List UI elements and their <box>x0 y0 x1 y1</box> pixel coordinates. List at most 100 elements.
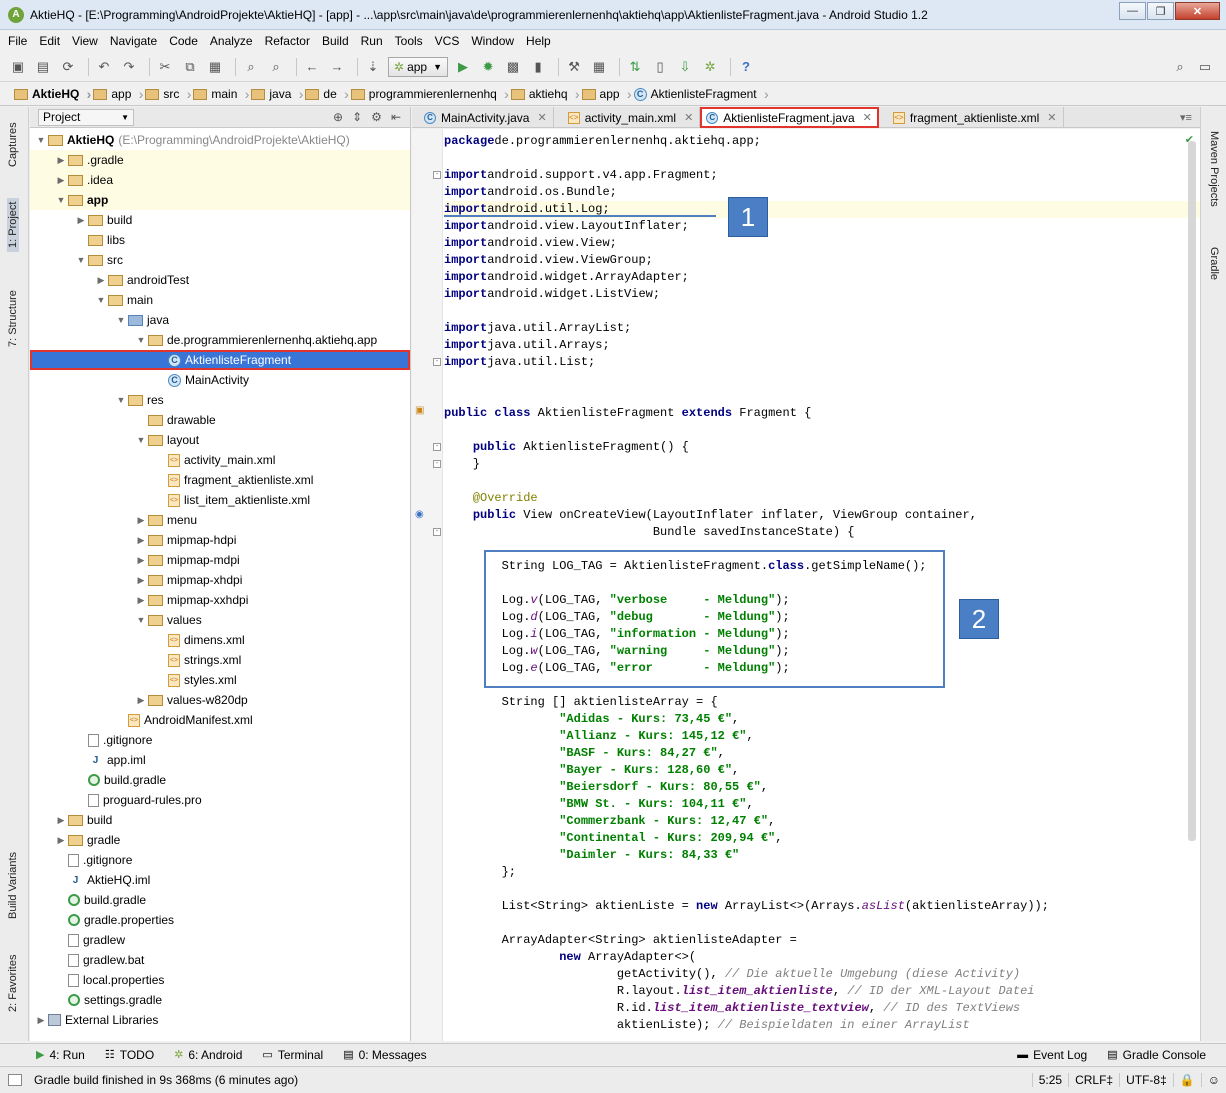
inspector-icon[interactable]: ☺ <box>1200 1073 1226 1087</box>
search-icon[interactable]: ⌕ <box>1170 57 1190 77</box>
close-icon[interactable]: ✕ <box>1047 111 1056 124</box>
breadcrumb-item[interactable]: src <box>145 86 191 102</box>
breadcrumb-item[interactable]: java <box>251 86 303 102</box>
chevron-down-icon[interactable]: ▼ <box>54 195 68 205</box>
tree-item[interactable]: settings.gradle <box>30 990 410 1010</box>
menu-edit[interactable]: Edit <box>39 34 60 48</box>
chevron-down-icon[interactable]: ▼ <box>134 435 148 445</box>
menu-refactor[interactable]: Refactor <box>265 34 310 48</box>
chevron-down-icon[interactable]: ▼ <box>134 335 148 345</box>
chevron-right-icon[interactable]: ▶ <box>54 155 68 166</box>
cut-icon[interactable]: ✂ <box>155 57 175 77</box>
chevron-right-icon[interactable]: ▶ <box>134 555 148 566</box>
sync-icon[interactable]: ⟳ <box>58 57 78 77</box>
tree-item[interactable]: .gitignore <box>30 730 410 750</box>
tree-item[interactable]: ▶ androidTest <box>30 270 410 290</box>
menu-code[interactable]: Code <box>169 34 198 48</box>
tree-item[interactable]: gradlew.bat <box>30 950 410 970</box>
chevron-down-icon[interactable]: ▼ <box>134 615 148 625</box>
close-icon[interactable]: ✕ <box>863 111 872 124</box>
tab-build-variants[interactable]: Build Variants <box>7 852 19 919</box>
tree-item[interactable]: ▶ External Libraries <box>30 1010 410 1030</box>
chevron-right-icon[interactable]: ▶ <box>134 535 148 546</box>
menu-view[interactable]: View <box>72 34 98 48</box>
chevron-down-icon[interactable]: ▼ <box>114 395 128 405</box>
tree-item[interactable]: ▼ values <box>30 610 410 630</box>
tree-item[interactable]: ▼ layout <box>30 430 410 450</box>
settings-icon[interactable]: ⚒ <box>564 57 584 77</box>
tab-project[interactable]: 1: Project <box>7 197 19 252</box>
tab-favorites[interactable]: 2: Favorites <box>7 955 19 1012</box>
editor-tab[interactable]: C MainActivity.java ✕ <box>418 107 554 128</box>
tree-item[interactable]: ▶ build <box>30 210 410 230</box>
replace-icon[interactable]: ⌕ <box>266 57 286 77</box>
tree-item[interactable]: <> activity_main.xml <box>30 450 410 470</box>
menu-build[interactable]: Build <box>322 34 349 48</box>
avd-manager-icon[interactable]: ▯ <box>650 57 670 77</box>
fold-marker[interactable]: - <box>433 358 441 366</box>
attach-debugger-icon[interactable]: ▮ <box>528 57 548 77</box>
tree-item[interactable]: .gitignore <box>30 850 410 870</box>
close-icon[interactable]: ✕ <box>684 111 693 124</box>
chevron-down-icon[interactable]: ▼ <box>114 315 128 325</box>
close-button[interactable]: ✕ <box>1175 2 1220 20</box>
maximize-button[interactable]: ❐ <box>1147 2 1174 20</box>
lock-icon[interactable]: 🔒 <box>1172 1073 1201 1087</box>
line-separator[interactable]: CRLF‡ <box>1068 1073 1119 1087</box>
editor-tab[interactable]: C AktienlisteFragment.java ✕ <box>700 107 879 128</box>
bottom-tab[interactable]: ✲ 6: Android <box>174 1048 242 1062</box>
bottom-tab[interactable]: ▶ 4: Run <box>36 1048 85 1062</box>
make-project-icon[interactable]: ⇣ <box>363 57 383 77</box>
tree-item[interactable]: Japp.iml <box>30 750 410 770</box>
undo-icon[interactable]: ↶ <box>94 57 114 77</box>
tree-item[interactable]: ▶ menu <box>30 510 410 530</box>
breadcrumb-item[interactable]: programmierenlernenhq <box>350 86 509 102</box>
chevron-down-icon[interactable]: ▼ <box>74 255 88 265</box>
project-view-selector[interactable]: Project ▼ <box>38 108 134 126</box>
tree-item[interactable]: libs <box>30 230 410 250</box>
fold-marker[interactable]: - <box>433 443 441 451</box>
tree-item[interactable]: build.gradle <box>30 770 410 790</box>
tree-item[interactable]: ▼ java <box>30 310 410 330</box>
menu-run[interactable]: Run <box>361 34 383 48</box>
tree-item[interactable]: ▼ app <box>30 190 410 210</box>
tree-item[interactable]: ▶ mipmap-xxhdpi <box>30 590 410 610</box>
paste-icon[interactable]: ▦ <box>205 57 225 77</box>
scroll-from-source-icon[interactable]: ⊕ <box>333 110 343 124</box>
fold-marker[interactable]: - <box>433 528 441 536</box>
tree-item[interactable]: ▶ mipmap-mdpi <box>30 550 410 570</box>
collapse-all-icon[interactable]: ⇕ <box>352 110 362 124</box>
tree-item[interactable]: ▶ gradle <box>30 830 410 850</box>
caret-position[interactable]: 5:25 <box>1031 1073 1068 1087</box>
bottom-tab[interactable]: ▭ Terminal <box>262 1048 323 1062</box>
close-icon[interactable]: ✕ <box>537 111 546 124</box>
gear-icon[interactable]: ⚙ <box>371 110 382 124</box>
chevron-right-icon[interactable]: ▶ <box>134 575 148 586</box>
tree-item[interactable]: ▼ main <box>30 290 410 310</box>
tree-item[interactable]: C AktienlisteFragment <box>30 350 410 370</box>
bottom-tab[interactable]: ▬ Event Log <box>1017 1048 1087 1062</box>
menu-window[interactable]: Window <box>471 34 514 48</box>
breadcrumb-item[interactable]: de <box>305 86 349 102</box>
tree-item[interactable]: local.properties <box>30 970 410 990</box>
breadcrumb-item[interactable]: app <box>581 86 632 102</box>
tree-item[interactable]: <> fragment_aktienliste.xml <box>30 470 410 490</box>
tree-item[interactable]: ▼ de.programmierenlernenhq.aktiehq.app <box>30 330 410 350</box>
tree-item[interactable]: J AktieHQ.iml <box>30 870 410 890</box>
debug-icon[interactable]: ✹ <box>478 57 498 77</box>
breadcrumb-item[interactable]: AktieHQ <box>14 86 92 102</box>
save-icon[interactable]: ▤ <box>33 57 53 77</box>
coverage-icon[interactable]: ▩ <box>503 57 523 77</box>
hide-panel-icon[interactable]: ⇤ <box>391 110 401 124</box>
breadcrumb-item[interactable]: main <box>193 86 249 102</box>
menu-tools[interactable]: Tools <box>395 34 423 48</box>
chevron-right-icon[interactable]: ▶ <box>54 815 68 826</box>
tree-item[interactable]: ▶ .gradle <box>30 150 410 170</box>
chevron-right-icon[interactable]: ▶ <box>54 835 68 846</box>
android-monitor-icon[interactable]: ✲ <box>700 57 720 77</box>
tree-item[interactable]: <> list_item_aktienliste.xml <box>30 490 410 510</box>
tree-item[interactable]: <> AndroidManifest.xml <box>30 710 410 730</box>
tree-item[interactable]: ▶ build <box>30 810 410 830</box>
copy-icon[interactable]: ⧉ <box>180 57 200 77</box>
fold-marker[interactable]: - <box>433 171 441 179</box>
